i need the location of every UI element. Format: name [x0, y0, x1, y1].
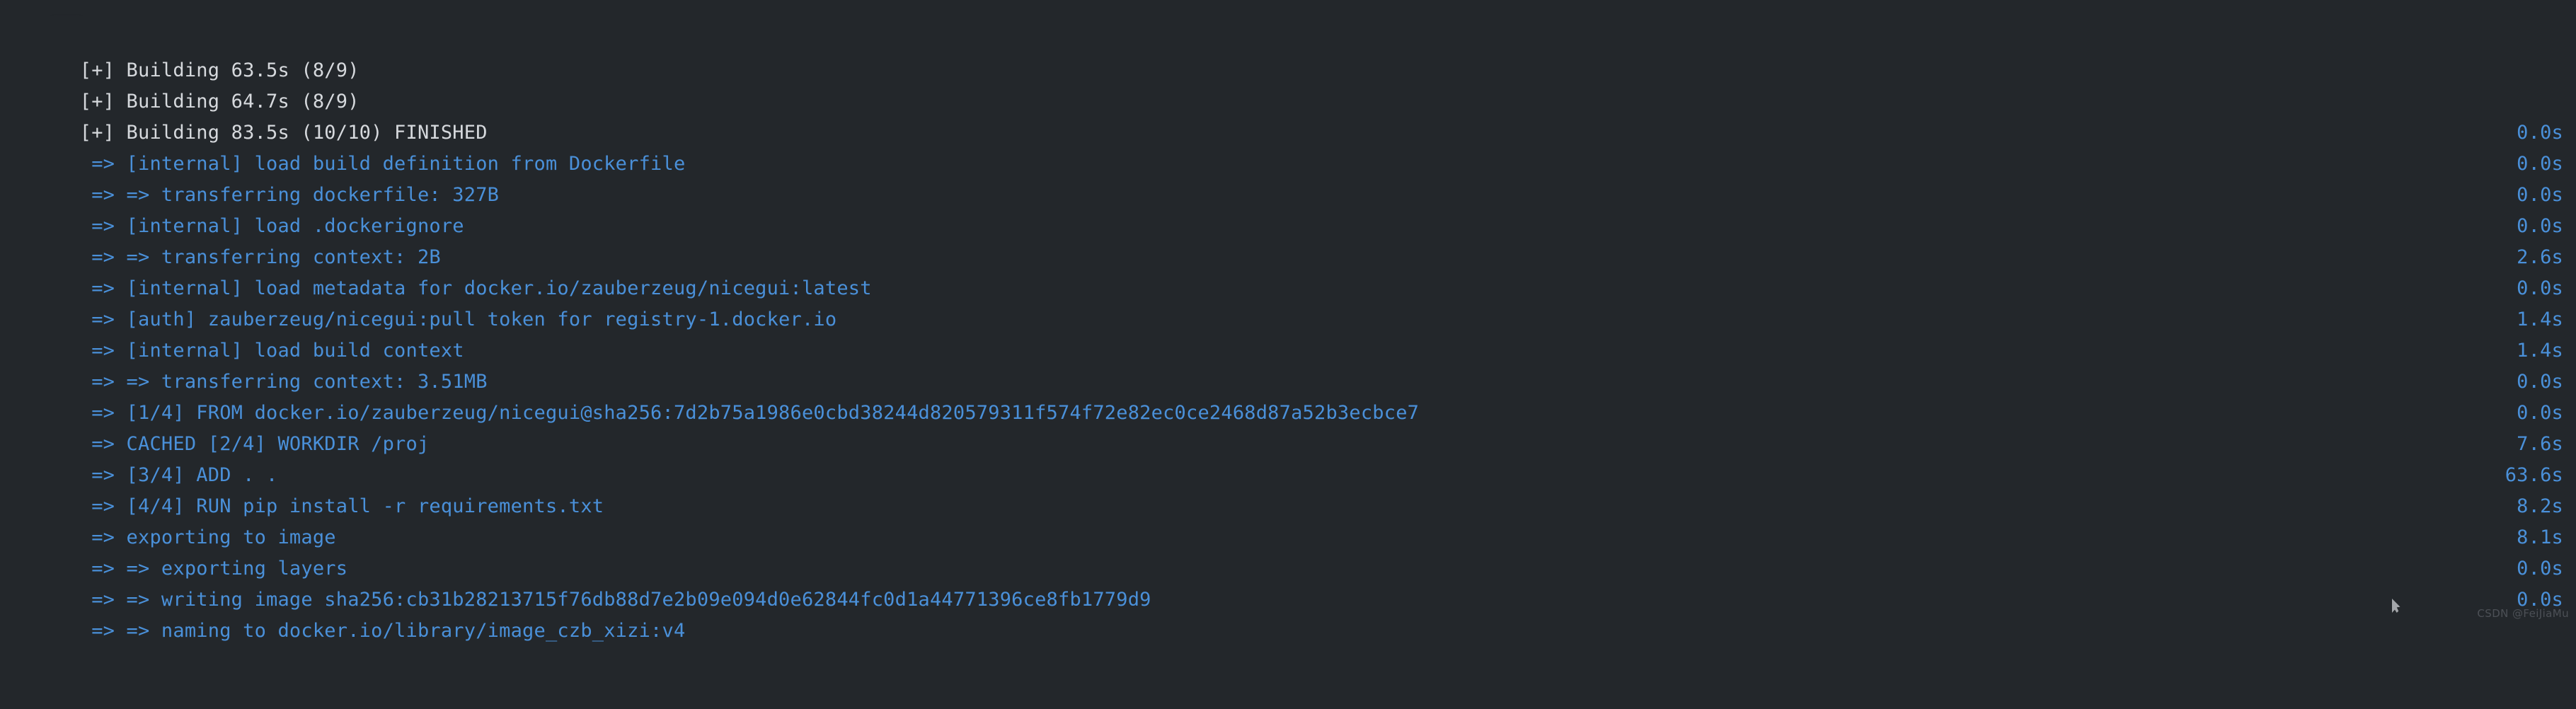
build-step-duration: 0.0s	[2517, 371, 2563, 393]
build-output-log: [+] Building 63.5s (8/9) [+] Building 64…	[0, 24, 2576, 642]
build-step-duration: 8.1s	[2517, 526, 2563, 548]
build-step-duration: 1.4s	[2517, 309, 2563, 330]
build-status-row: [+] Building 83.5s (10/10) FINISHED	[0, 86, 2576, 144]
build-step-duration: 0.0s	[2517, 558, 2563, 580]
build-step-row: => [4/4] RUN pip install -r requirements…	[0, 460, 2576, 517]
build-step-row: => [1/4] FROM docker.io/zauberzeug/niceg…	[0, 367, 2576, 424]
build-step-row: => [auth] zauberzeug/nicegui:pull token …	[0, 273, 2576, 330]
shell-prompt-line: Mac-mini % docker build --platform linux…	[0, 0, 2576, 16]
build-status-row: [+] Building 64.7s (8/9)	[0, 55, 2576, 113]
terminal-window[interactable]: Mac-mini % docker build --platform linux…	[0, 0, 2576, 642]
build-step-duration: 2.6s	[2517, 246, 2563, 268]
build-step-duration: 7.6s	[2517, 433, 2563, 455]
build-step-row: => => transferring context: 3.51MB 1.4s	[0, 335, 2576, 393]
build-step-duration: 0.0s	[2517, 184, 2563, 206]
build-step-row: => [3/4] ADD . . 7.6s	[0, 429, 2576, 486]
build-step-duration: 0.0s	[2517, 402, 2563, 424]
build-step-row: => => transferring context: 2B 0.0s	[0, 211, 2576, 268]
build-step-row: => [internal] load build definition from…	[0, 117, 2576, 175]
build-step-duration: 0.0s	[2517, 122, 2563, 144]
build-step-row: => => writing image sha256:cb31b28213715…	[0, 553, 2576, 611]
build-step-duration: 0.0s	[2517, 153, 2563, 175]
build-step-row: => => exporting layers 8.1s	[0, 522, 2576, 580]
build-step-row: => [internal] load build context 1.4s	[0, 304, 2576, 362]
build-step-row: => [internal] load .dockerignore 0.0s	[0, 180, 2576, 237]
build-step-row: => CACHED [2/4] WORKDIR /proj 0.0s	[0, 398, 2576, 455]
watermark-text: CSDN @FeiJiaMu	[2477, 607, 2569, 620]
build-step-row: => [internal] load metadata for docker.i…	[0, 242, 2576, 299]
build-step-row: => => naming to docker.io/library/image_…	[0, 584, 2576, 642]
build-step-row: => exporting to image 8.2s	[0, 491, 2576, 548]
build-step-duration: 0.0s	[2517, 215, 2563, 237]
build-step-duration: 63.6s	[2505, 464, 2563, 486]
build-step-text: => => naming to docker.io/library/image_…	[79, 620, 686, 642]
build-step-duration: 1.4s	[2517, 340, 2563, 362]
build-status-row: [+] Building 63.5s (8/9)	[0, 24, 2576, 81]
build-step-duration: 8.2s	[2517, 495, 2563, 517]
build-step-duration: 0.0s	[2517, 277, 2563, 299]
build-step-row: => => transferring dockerfile: 327B 0.0s	[0, 149, 2576, 206]
